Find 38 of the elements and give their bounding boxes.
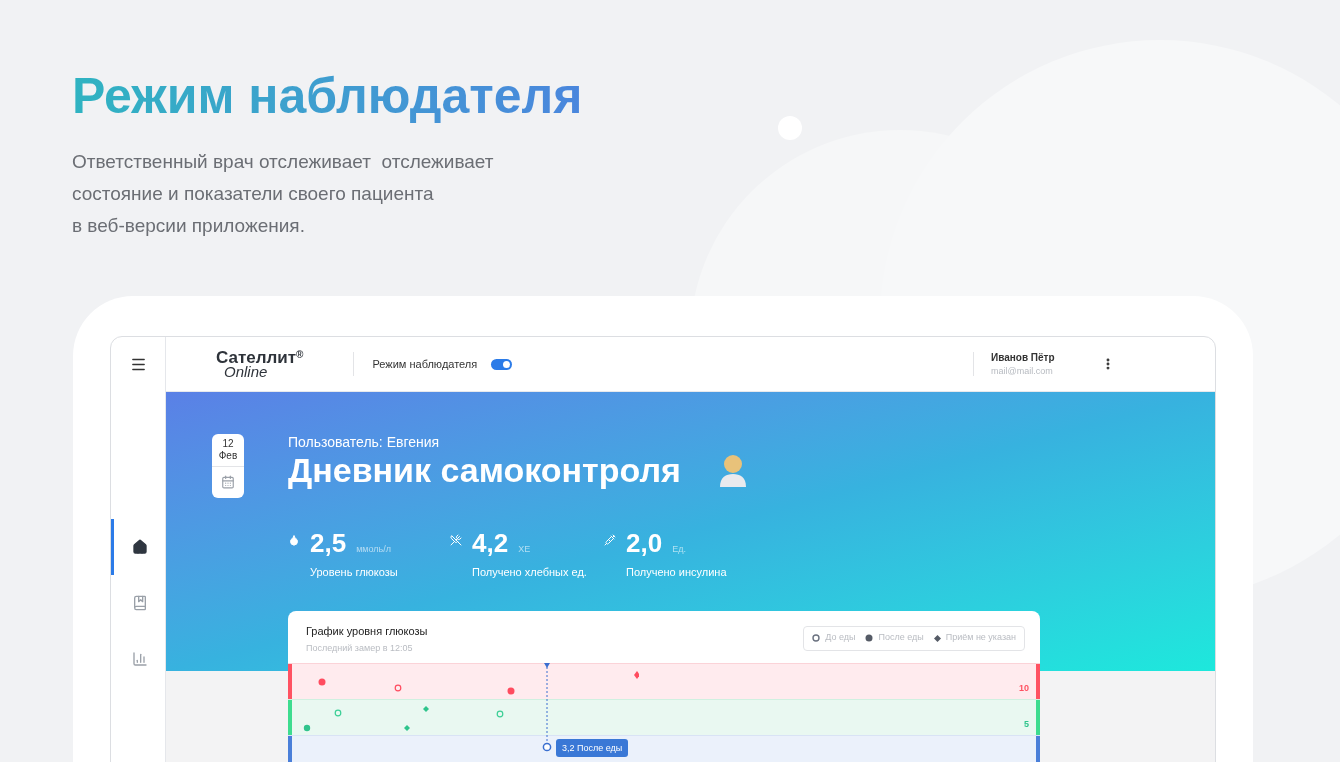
observer-mode-toggle[interactable] bbox=[491, 358, 513, 370]
fork-knife-icon bbox=[450, 534, 462, 546]
description: Ответственный врач отслеживает отслеживает состояние и показатели своего пациента в веб-версии приложения. bbox=[72, 150, 495, 238]
user-email: mail@mail.com bbox=[991, 364, 1054, 378]
observer-mode-label: Режим наблюдателя bbox=[372, 356, 478, 372]
diamond-icon bbox=[933, 634, 941, 642]
date-card[interactable]: 12 Фев bbox=[212, 434, 244, 498]
range-label: 10 bbox=[1019, 682, 1029, 695]
stat-label: Уровень глюкозы bbox=[310, 565, 398, 580]
chart-subtitle: Последний замер в 12:05 bbox=[306, 642, 414, 655]
stats-icon bbox=[131, 651, 148, 667]
user-name: Иванов Пётр bbox=[991, 350, 1056, 365]
logo: Сателлит$^{®}$ Online bbox=[216, 349, 304, 379]
stat-unit: ммоль/л bbox=[356, 542, 392, 556]
date-day: 12 bbox=[222, 438, 234, 450]
stat-unit: Ед. bbox=[672, 542, 686, 556]
stat-value: 4,2 bbox=[472, 530, 509, 556]
stat-value: 2,0 bbox=[626, 530, 663, 556]
chart-title: График уровня глюкозы bbox=[306, 623, 428, 639]
legend-label: До еды bbox=[825, 631, 856, 645]
syringe-icon bbox=[604, 534, 616, 546]
menu-icon[interactable] bbox=[129, 356, 147, 373]
stat-label: Получено хлебных ед. bbox=[472, 565, 587, 580]
drop-icon bbox=[288, 534, 300, 546]
open-circle-icon bbox=[812, 634, 821, 642]
calendar-icon bbox=[221, 475, 235, 489]
page-title: Дневник самоконтроля bbox=[288, 450, 681, 490]
diary-icon bbox=[131, 595, 148, 611]
filled-circle-icon bbox=[865, 634, 874, 642]
stat-label: Получено инсулина bbox=[626, 565, 727, 580]
legend-label: После еды bbox=[878, 631, 924, 645]
stat-unit: ХЕ bbox=[518, 542, 531, 556]
legend-label: Приём не указан bbox=[945, 631, 1016, 645]
range-label: 5 bbox=[1024, 718, 1029, 731]
home-icon bbox=[131, 539, 148, 555]
user-label: Пользователь: Евгения bbox=[288, 434, 441, 450]
date-month: Фев bbox=[218, 450, 238, 462]
stat-value: 2,5 bbox=[310, 530, 347, 556]
